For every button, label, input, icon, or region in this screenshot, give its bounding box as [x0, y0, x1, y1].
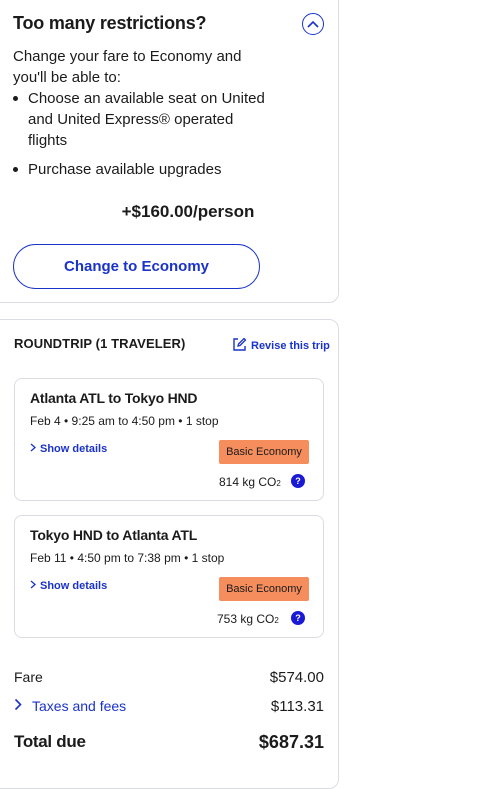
revise-trip-link[interactable]: Revise this trip: [232, 337, 330, 355]
chevron-up-icon: [307, 15, 319, 33]
fare-class-badge: Basic Economy: [219, 440, 309, 464]
upsell-title: Too many restrictions?: [13, 13, 207, 33]
flight-times: Feb 4 • 9:25 am to 4:50 pm • 1 stop: [30, 414, 219, 428]
flight-card-return: Tokyo HND to Atlanta ATL Feb 11 • 4:50 p…: [14, 515, 324, 638]
flight-card-outbound: Atlanta ATL to Tokyo HND Feb 4 • 9:25 am…: [14, 378, 324, 501]
flight-route: Atlanta ATL to Tokyo HND: [30, 390, 198, 406]
chevron-right-icon: [30, 443, 36, 455]
co2-emissions: 814 kg CO 2: [219, 475, 281, 489]
upsell-description: Change your fare to Economy and you'll b…: [13, 48, 242, 86]
show-details-link[interactable]: Show details: [30, 443, 107, 455]
benefit-upgrades: Purchase available upgrades: [13, 159, 273, 180]
show-details-label: Show details: [40, 580, 108, 592]
collapse-button[interactable]: [302, 13, 324, 35]
taxes-value: $113.31: [270, 698, 324, 715]
help-icon[interactable]: ?: [291, 474, 305, 488]
show-details-link[interactable]: Show details: [30, 580, 107, 592]
co2-emissions: 753 kg CO 2: [217, 612, 279, 626]
co2-subscript: 2: [276, 479, 281, 488]
co2-value: 753 kg CO: [217, 612, 275, 626]
chevron-right-icon: [30, 580, 36, 592]
benefit-seat: Choose an available seat on United and U…: [13, 88, 273, 151]
trip-title: ROUNDTRIP (1 TRAVELER): [14, 336, 186, 351]
co2-value: 814 kg CO: [219, 475, 277, 489]
upsell-benefits-list: Choose an available seat on United and U…: [13, 88, 273, 180]
revise-trip-label: Revise this trip: [251, 340, 330, 352]
co2-subscript: 2: [274, 616, 279, 625]
show-details-label: Show details: [40, 443, 108, 455]
total-due-value: $687.31: [258, 732, 324, 752]
upsell-price: +$160.00/person: [121, 202, 255, 221]
fare-class-badge: Basic Economy: [219, 577, 309, 601]
edit-icon: [232, 337, 247, 355]
help-icon[interactable]: ?: [291, 611, 305, 625]
flight-route: Tokyo HND to Atlanta ATL: [30, 527, 198, 543]
change-to-economy-button[interactable]: Change to Economy: [13, 244, 260, 289]
fare-value: $574.00: [269, 669, 324, 686]
flight-times: Feb 11 • 4:50 pm to 7:38 pm • 1 stop: [30, 551, 225, 565]
